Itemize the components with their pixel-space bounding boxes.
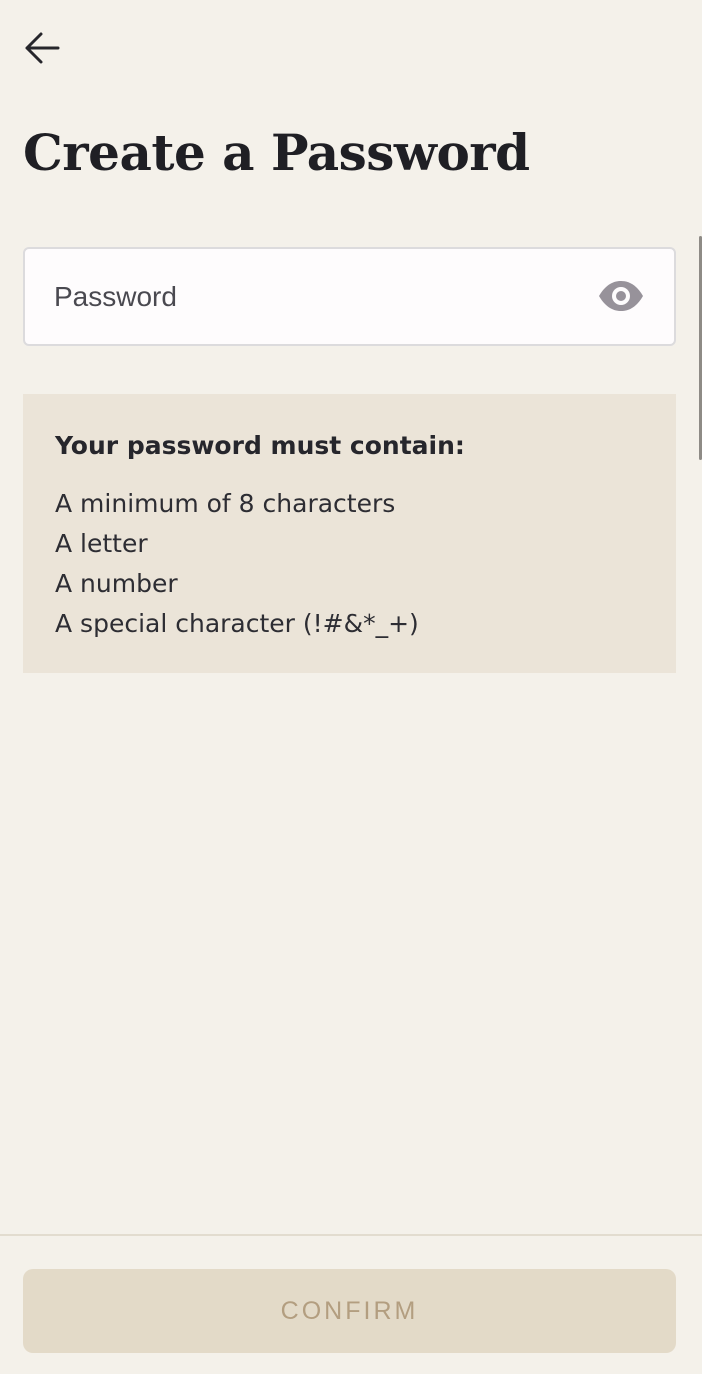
confirm-button[interactable]: CONFIRM <box>23 1269 676 1353</box>
password-requirements-panel: Your password must contain: A minimum of… <box>23 394 676 673</box>
password-input[interactable] <box>54 249 574 344</box>
requirement-min-length: A minimum of 8 characters <box>55 489 396 518</box>
password-field[interactable] <box>23 247 676 346</box>
requirement-special-character: A special character (!#&*_+) <box>55 609 419 638</box>
eye-icon <box>599 281 643 311</box>
requirements-heading: Your password must contain: <box>55 431 465 460</box>
requirement-letter: A letter <box>55 529 148 558</box>
page-title: Create a Password <box>23 123 530 182</box>
footer-divider <box>0 1234 702 1236</box>
requirements-list: A minimum of 8 characters A letter A num… <box>55 484 644 644</box>
requirement-number: A number <box>55 569 178 598</box>
back-button[interactable] <box>14 20 70 76</box>
arrow-left-icon <box>25 32 60 64</box>
toggle-password-visibility-button[interactable] <box>598 278 644 314</box>
